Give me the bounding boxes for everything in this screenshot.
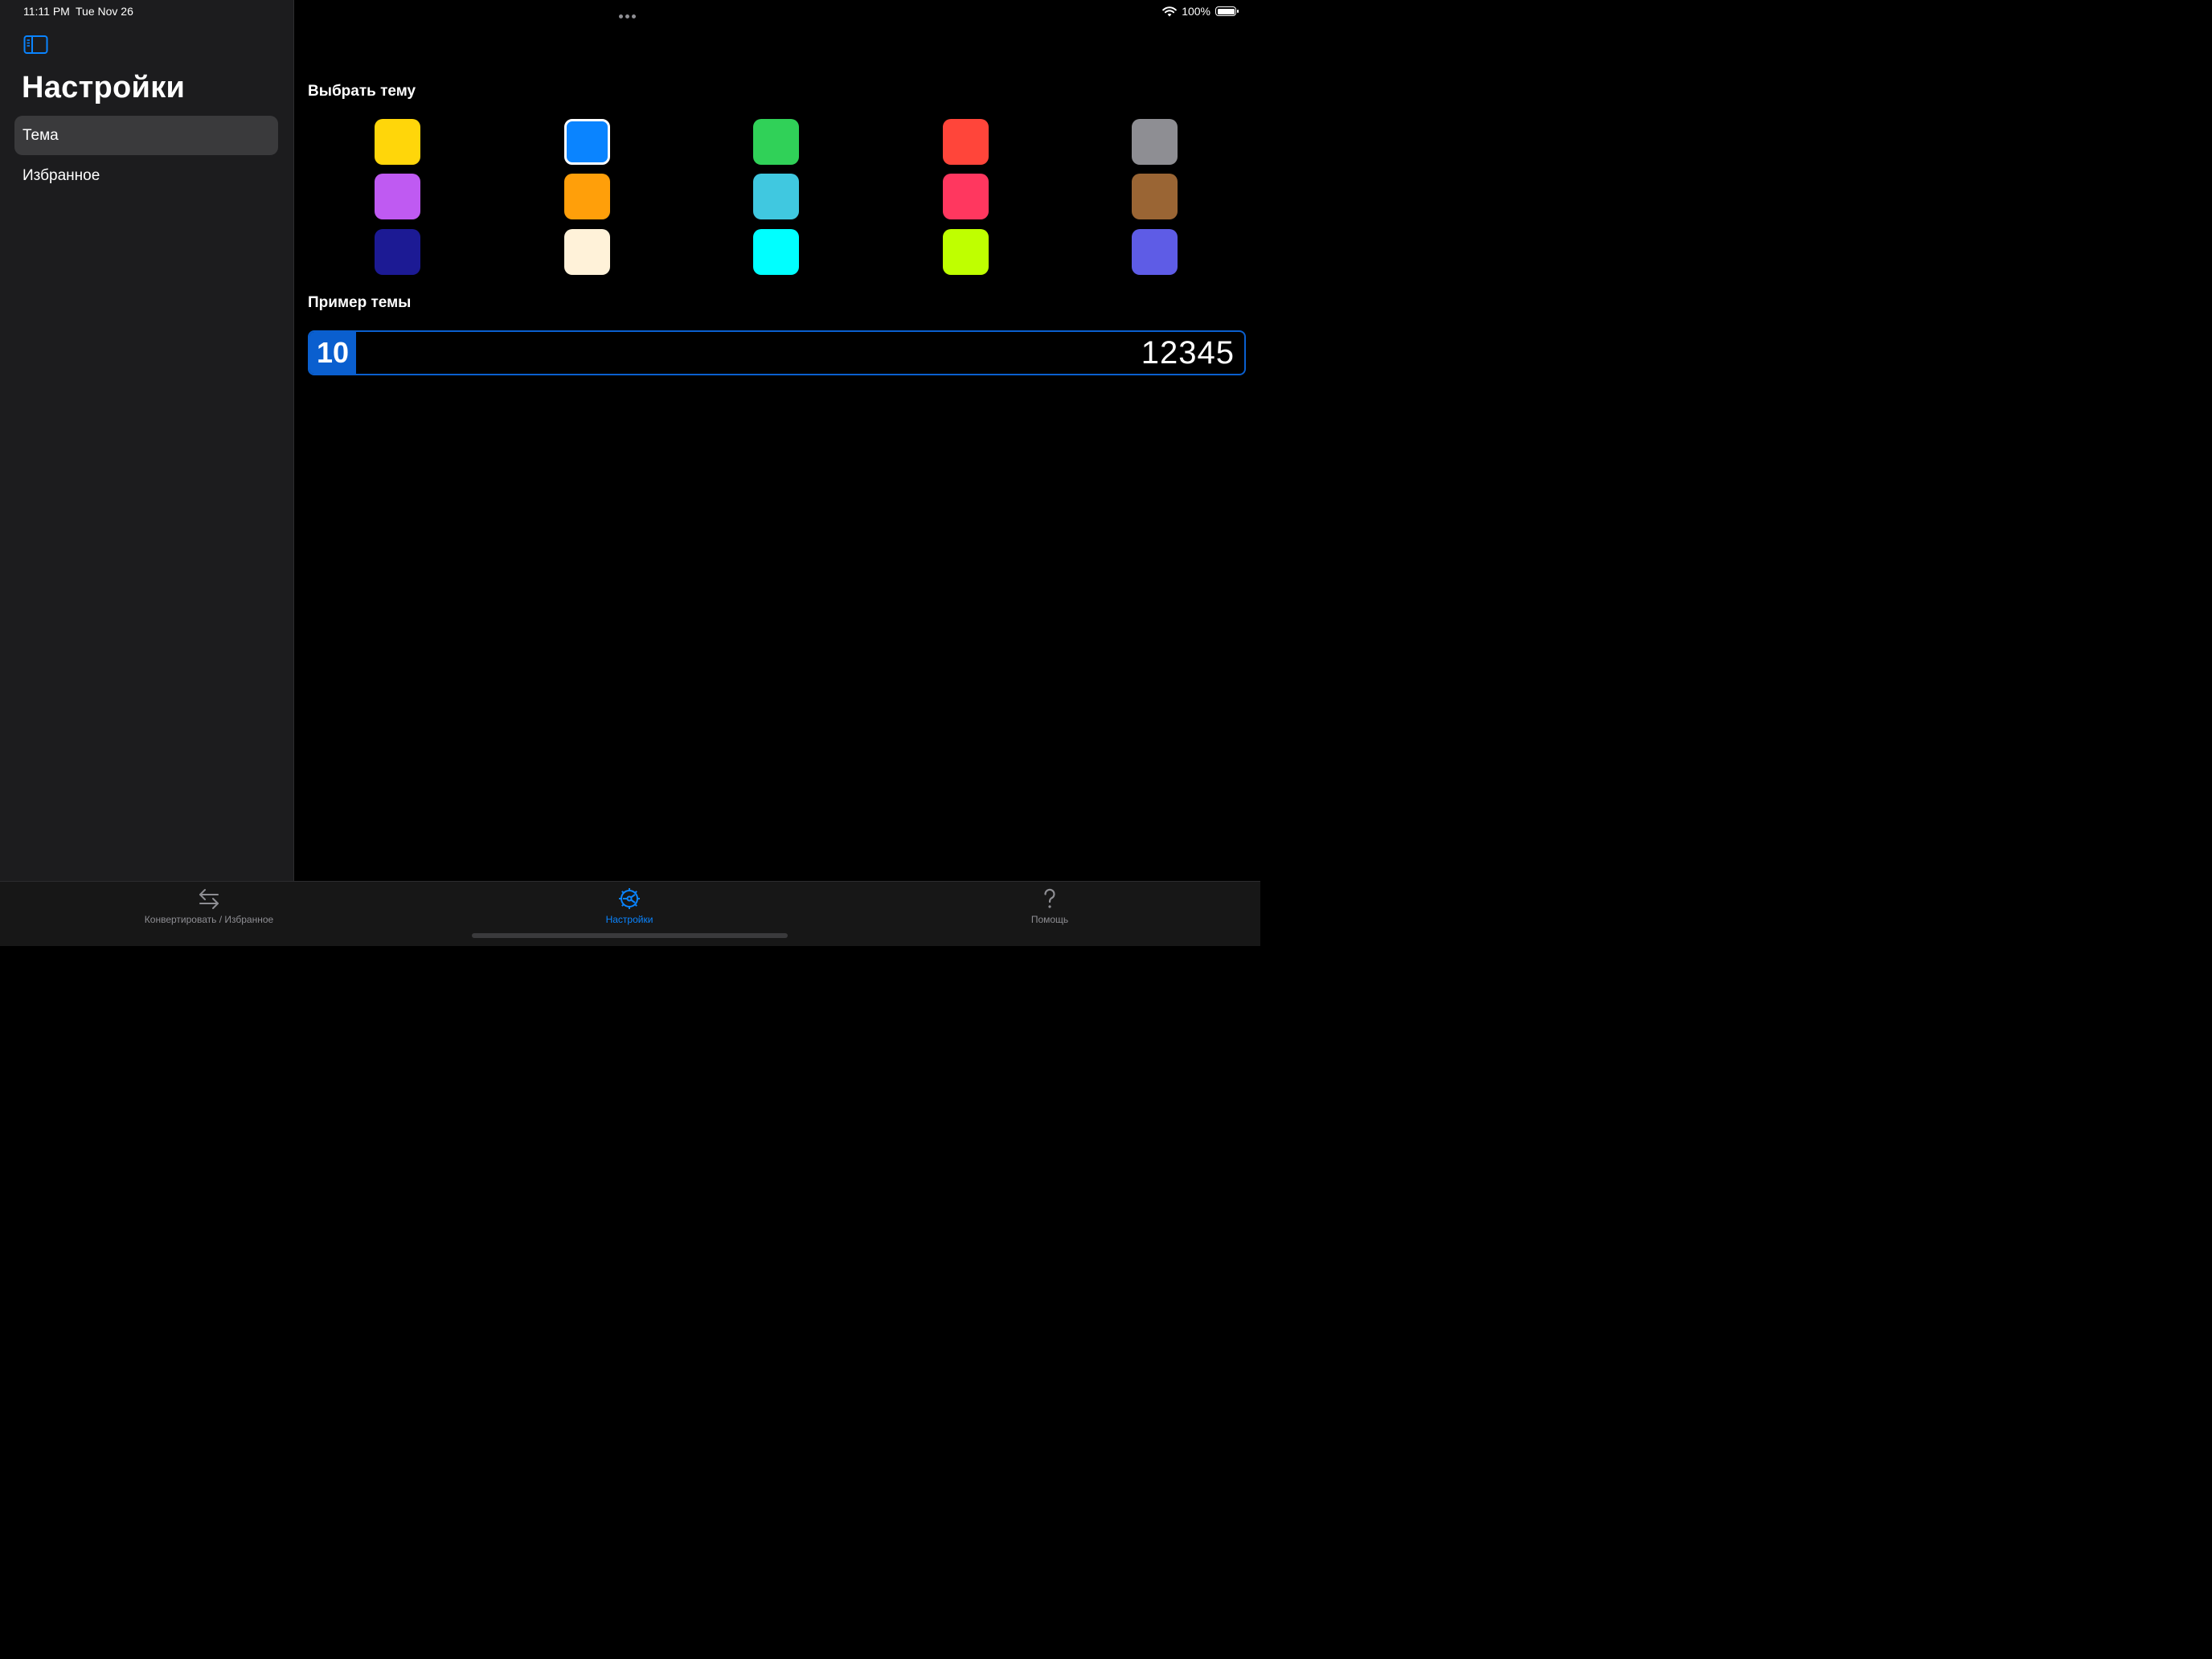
theme-swatch[interactable] bbox=[753, 229, 799, 275]
theme-swatch[interactable] bbox=[1132, 229, 1178, 275]
theme-swatch[interactable] bbox=[1132, 174, 1178, 219]
page-title: Настройки bbox=[22, 71, 186, 104]
tab-convert-favorites[interactable]: Конвертировать / Избранное bbox=[129, 882, 289, 930]
battery-icon bbox=[1215, 6, 1239, 16]
theme-swatch[interactable] bbox=[375, 229, 420, 275]
tab-help[interactable]: Помощь bbox=[1010, 882, 1090, 930]
battery-percentage: 100% bbox=[1182, 5, 1210, 18]
theme-swatch[interactable] bbox=[1132, 119, 1178, 165]
home-indicator bbox=[472, 933, 788, 938]
theme-swatch[interactable] bbox=[753, 174, 799, 219]
sidebar: Настройки Тема Избранное bbox=[0, 0, 294, 881]
arrows-swap-icon bbox=[199, 889, 219, 909]
tab-label: Помощь bbox=[1030, 914, 1069, 925]
tab-label: Настройки bbox=[605, 914, 653, 925]
question-mark-icon bbox=[1044, 888, 1055, 908]
theme-swatch[interactable] bbox=[375, 119, 420, 165]
theme-swatch[interactable] bbox=[564, 174, 610, 219]
sidebar-item-theme[interactable]: Тема bbox=[14, 116, 278, 155]
theme-sample: 10 12345 bbox=[308, 330, 1246, 375]
theme-swatch[interactable] bbox=[943, 119, 989, 165]
sample-section-title: Пример темы bbox=[308, 294, 412, 311]
settings-gear-icon bbox=[619, 888, 640, 909]
tab-label: Конвертировать / Избранное bbox=[144, 914, 274, 925]
sidebar-toggle-icon[interactable] bbox=[23, 35, 49, 55]
tab-settings[interactable]: Настройки bbox=[589, 882, 670, 930]
theme-swatch[interactable] bbox=[564, 229, 610, 275]
theme-section-title: Выбрать тему bbox=[308, 83, 416, 100]
sidebar-item-favorites[interactable]: Избранное bbox=[14, 156, 278, 195]
status-time: 11:11 PM bbox=[23, 5, 70, 18]
sidebar-item-label: Избранное bbox=[23, 166, 100, 184]
theme-swatch[interactable] bbox=[564, 119, 610, 165]
sidebar-item-label: Тема bbox=[23, 126, 59, 144]
theme-swatch[interactable] bbox=[943, 174, 989, 219]
status-bar: 11:11 PM Tue Nov 26 100% bbox=[0, 0, 1260, 23]
theme-swatch[interactable] bbox=[943, 229, 989, 275]
sample-badge: 10 bbox=[309, 332, 356, 374]
wifi-icon bbox=[1162, 6, 1177, 16]
multitasking-dots-icon[interactable] bbox=[619, 8, 641, 18]
status-right: 100% bbox=[1162, 4, 1239, 18]
sample-value: 12345 bbox=[1141, 334, 1235, 371]
theme-swatch[interactable] bbox=[375, 174, 420, 219]
theme-swatch[interactable] bbox=[753, 119, 799, 165]
status-date: Tue Nov 26 bbox=[76, 5, 133, 18]
